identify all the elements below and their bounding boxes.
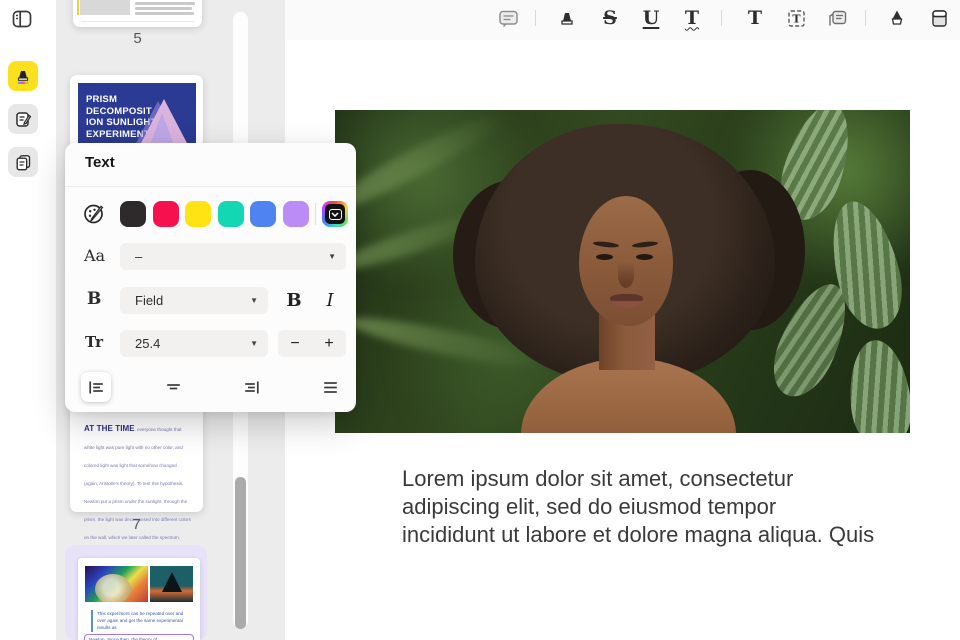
align-justify-button[interactable] xyxy=(315,372,345,402)
font-size-stepper: − + xyxy=(278,330,346,357)
sidebar-toggle-icon xyxy=(12,10,32,28)
panel-divider xyxy=(65,186,356,187)
align-left-button[interactable] xyxy=(81,372,111,402)
color-swatch-blue[interactable] xyxy=(250,201,276,227)
pages-copy-icon xyxy=(16,154,30,170)
page5-accent-bar xyxy=(77,0,79,15)
style-row-label: B xyxy=(87,289,102,309)
align-center-button[interactable] xyxy=(158,372,188,402)
align-center-icon xyxy=(166,383,180,389)
color-swatch-red[interactable] xyxy=(152,201,179,227)
eraser-icon xyxy=(931,9,947,27)
edit-note-tool-button[interactable] xyxy=(8,104,38,134)
page8-note-bar xyxy=(91,610,93,632)
add-text-button[interactable]: T xyxy=(744,7,766,29)
color-row-label xyxy=(82,202,106,231)
italic-button[interactable]: I xyxy=(315,287,345,314)
text-box-icon: T xyxy=(787,9,805,27)
align-right-button[interactable] xyxy=(236,372,266,402)
callout-icon xyxy=(828,10,846,25)
size-decrease-button[interactable]: − xyxy=(278,330,312,357)
pages-tool-button[interactable] xyxy=(8,147,38,177)
color-swatch-teal[interactable] xyxy=(217,201,244,227)
pencil-icon xyxy=(891,10,903,25)
toolbar-divider xyxy=(865,10,866,26)
thumbnail-page-8-selection[interactable]: This experiment can be repeated over and… xyxy=(65,545,207,640)
chevron-down-icon xyxy=(328,208,342,220)
page8-text-box: Newton. Since then, the theory of xyxy=(84,634,194,640)
comment-note-icon xyxy=(498,10,518,27)
size-increase-button[interactable]: + xyxy=(312,330,346,357)
size-row-label: Tr xyxy=(85,333,103,351)
color-swatch-yellow[interactable] xyxy=(185,201,211,227)
font-style-value: Field xyxy=(135,293,164,308)
page8-rainbow-image xyxy=(85,566,148,602)
highlighter-icon xyxy=(561,13,573,25)
strikethrough-button[interactable]: S xyxy=(599,7,621,29)
palette-icon xyxy=(84,204,104,224)
align-justify-icon xyxy=(323,381,337,393)
face xyxy=(579,196,673,326)
svg-text:T: T xyxy=(792,12,801,25)
font-family-value: – xyxy=(135,249,143,264)
underline-button[interactable]: U xyxy=(640,7,662,29)
align-left-icon xyxy=(88,381,103,393)
toolbar-divider xyxy=(535,10,536,26)
callout-button[interactable] xyxy=(826,7,848,29)
highlight-annotate-button[interactable] xyxy=(556,7,578,29)
page7-heading: AT THE TIME xyxy=(84,424,138,433)
thumbnail-page-5[interactable] xyxy=(73,0,202,27)
highlight-tool-button[interactable] xyxy=(8,61,38,91)
page8-prism-photo xyxy=(150,566,193,602)
page-number-5: 5 xyxy=(133,30,142,47)
tool-rail xyxy=(0,0,56,640)
thumbnail-page-8[interactable]: This experiment can be repeated over and… xyxy=(78,558,200,640)
text-format-panel: Text Aa – ▼ B Field ▼ B I Tr 25.4 ▼ − + xyxy=(65,143,356,412)
font-style-dropdown[interactable]: Field ▼ xyxy=(120,287,268,314)
toolbar-divider xyxy=(721,10,722,26)
comment-tool-button[interactable] xyxy=(497,7,519,29)
font-family-label: Aa xyxy=(84,246,106,265)
align-right-icon xyxy=(244,381,259,393)
sidebar-toggle-button[interactable] xyxy=(10,7,34,31)
page-number-7: 7 xyxy=(132,516,141,533)
font-size-value: 25.4 xyxy=(135,336,161,351)
chevron-down-icon: ▼ xyxy=(250,296,258,305)
add-text-glyph: T xyxy=(747,6,763,29)
document-body-text[interactable]: Lorem ipsum dolor sit amet, consectetur … xyxy=(402,465,922,549)
chevron-down-icon: ▼ xyxy=(328,252,336,261)
pencil-button[interactable] xyxy=(886,7,908,29)
page8-note-text: This experiment can be repeated over and… xyxy=(97,611,184,630)
squiggly-glyph: T xyxy=(684,6,700,29)
highlighter-icon xyxy=(17,71,29,84)
body-text-line-2: adipiscing elit, sed do eiusmod tempor xyxy=(402,494,777,519)
page5-divider xyxy=(81,21,194,22)
swatch-separator xyxy=(315,203,316,225)
portrait-photo[interactable] xyxy=(335,110,910,433)
panel-title: Text xyxy=(85,154,115,171)
custom-color-picker-button[interactable] xyxy=(322,201,348,227)
underline-glyph: U xyxy=(642,6,660,29)
strikethrough-glyph: S xyxy=(603,6,617,29)
page6-prism-shadow xyxy=(150,113,174,145)
font-size-dropdown[interactable]: 25.4 ▼ xyxy=(120,330,268,357)
note-edit-icon xyxy=(15,111,31,127)
chevron-down-icon: ▼ xyxy=(250,339,258,348)
bold-button[interactable]: B xyxy=(279,287,309,314)
body-text-line-3: incididunt ut labore et dolore magna ali… xyxy=(402,522,875,547)
squiggly-underline-button[interactable]: T xyxy=(681,7,703,29)
color-swatch-black[interactable] xyxy=(120,201,146,227)
font-family-dropdown[interactable]: – ▼ xyxy=(120,243,346,270)
text-box-button[interactable]: T xyxy=(785,7,807,29)
document-page: Lorem ipsum dolor sit amet, consectetur … xyxy=(285,40,960,640)
thumbnail-scrollbar-thumb[interactable] xyxy=(235,477,246,629)
page5-photo-placeholder xyxy=(80,0,130,15)
eraser-button[interactable] xyxy=(928,7,950,29)
body-text-line-1: Lorem ipsum dolor sit amet, consectetur xyxy=(402,466,794,491)
color-swatch-purple[interactable] xyxy=(282,201,309,227)
